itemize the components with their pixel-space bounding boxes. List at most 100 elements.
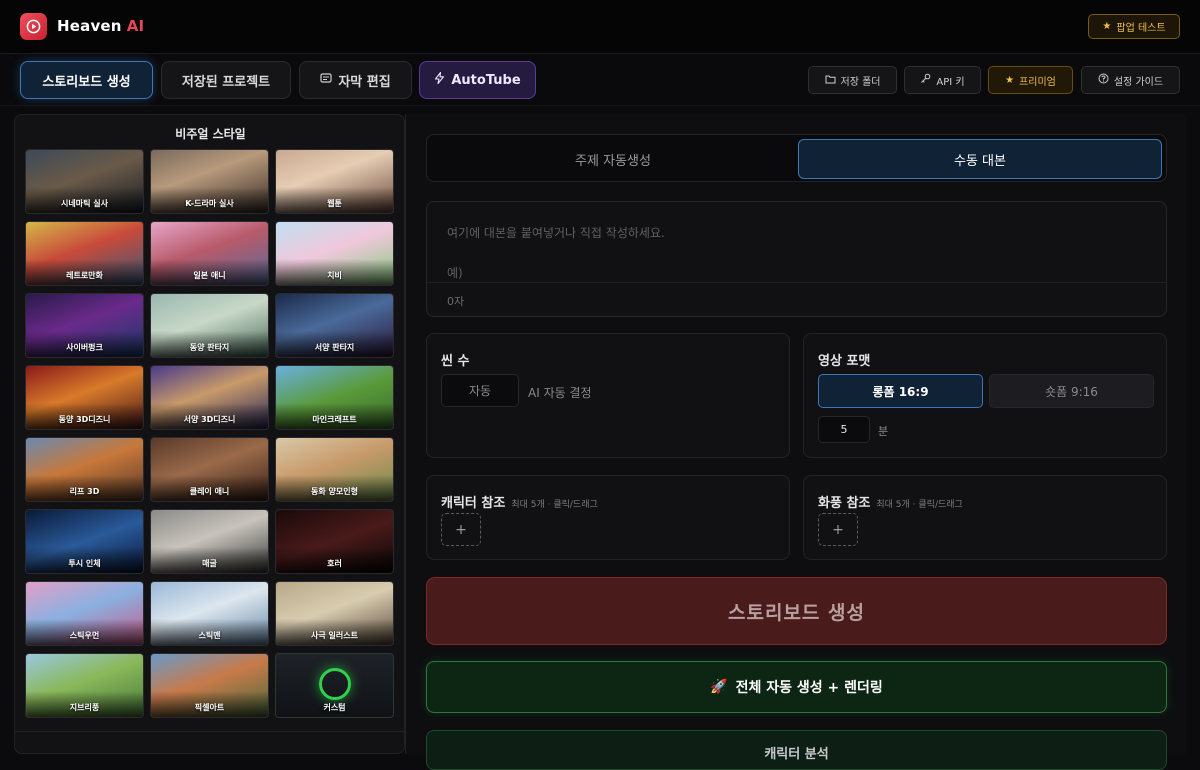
style-tile-label: 커스텀: [323, 703, 346, 712]
style-tile-label: K-드라마 실사: [185, 199, 234, 208]
popup-test-button[interactable]: ★ 팝업 테스트: [1088, 14, 1180, 39]
api-key-button[interactable]: API 키: [904, 66, 981, 94]
style-tile[interactable]: 웹툰: [275, 149, 394, 214]
char-count: 0자: [447, 295, 465, 308]
script-example: 예): [447, 266, 463, 280]
tab-label: 스토리보드 생성: [42, 74, 131, 90]
generate-storyboard-button[interactable]: 스토리보드 생성: [426, 577, 1167, 645]
lightning-icon: [434, 71, 445, 88]
subtitle-icon: [320, 72, 332, 88]
mode-auto-topic[interactable]: 주제 자동생성: [431, 139, 795, 179]
script-editor: 예) 0자: [426, 201, 1167, 317]
script-textarea[interactable]: [427, 202, 1166, 282]
tab-autotube[interactable]: AutoTube: [419, 61, 536, 99]
video-format-title: 영상 포맷: [818, 354, 871, 369]
character-ref-hint: 최대 5개 · 클릭/드래그: [511, 500, 598, 510]
style-tile[interactable]: K-드라마 실사: [150, 149, 269, 214]
style-tile[interactable]: 호러: [275, 509, 394, 574]
tab-saved-projects[interactable]: 저장된 프로젝트: [161, 61, 291, 99]
mode-label: 주제 자동생성: [575, 153, 651, 169]
tab-label: AutoTube: [451, 72, 521, 88]
tool-label: API 키: [936, 76, 965, 88]
tool-label: 저장 폴더: [840, 76, 881, 88]
format-label: 롱폼 16:9: [872, 384, 929, 399]
style-tile[interactable]: 투시 인체: [25, 509, 144, 574]
premium-button[interactable]: ★ 프리미엄: [988, 66, 1073, 94]
style-tile-label: 시네마틱 실사: [61, 199, 108, 208]
style-tile[interactable]: 동화 양모인형: [275, 437, 394, 502]
style-tile[interactable]: 지브리풍: [25, 653, 144, 718]
add-style-ref-button[interactable]: +: [818, 513, 858, 546]
style-tile[interactable]: 마인크래프트: [275, 365, 394, 430]
minutes-input[interactable]: 5: [818, 416, 870, 443]
tab-label: 자막 편집: [338, 74, 391, 90]
style-tile-label: 스틱맨: [198, 631, 221, 640]
folder-icon: [825, 74, 836, 87]
style-tile-label: 사이버펑크: [66, 343, 103, 352]
setup-guide-button[interactable]: 설정 가이드: [1081, 66, 1180, 94]
storyboard-form: 주제 자동생성 수동 대본 예) 0자 씬 수 자동 AI 자동 결정 영상 포…: [405, 114, 1186, 770]
style-tile[interactable]: 치비: [275, 221, 394, 286]
format-longform-button[interactable]: 롱폼 16:9: [818, 374, 983, 408]
app-logo-icon: [20, 13, 47, 40]
add-character-ref-button[interactable]: +: [441, 513, 481, 546]
minutes-unit: 분: [878, 425, 889, 438]
help-icon: [1098, 73, 1109, 87]
extra-label: 캐릭터 분석: [764, 747, 829, 762]
style-tile[interactable]: 레트로만화: [25, 221, 144, 286]
app-header: Heaven AI ★ 팝업 테스트: [0, 0, 1200, 54]
style-tile[interactable]: 사이버펑크: [25, 293, 144, 358]
mode-manual-script[interactable]: 수동 대본: [798, 139, 1162, 179]
auto-render-label: 전체 자동 생성 + 렌더링: [735, 680, 883, 696]
style-tile-label: 지브리풍: [69, 703, 100, 712]
style-ref-card: 화풍 참조 최대 5개 · 클릭/드래그 +: [803, 475, 1167, 560]
save-folder-button[interactable]: 저장 폴더: [808, 66, 897, 94]
brand-accent: AI: [126, 17, 145, 35]
script-footer: 0자: [427, 282, 1166, 316]
tool-label: 프리미엄: [1019, 76, 1056, 88]
popup-test-label: 팝업 테스트: [1116, 23, 1166, 34]
style-tile[interactable]: 픽셀아트: [150, 653, 269, 718]
video-format-card: 영상 포맷 롱폼 16:9 숏폼 9:16 5 분: [803, 333, 1167, 458]
style-tile[interactable]: 클레이 애니: [150, 437, 269, 502]
style-tile-label: 픽셀아트: [194, 703, 225, 712]
tab-label: 저장된 프로젝트: [181, 74, 271, 90]
character-analysis-button[interactable]: 캐릭터 분석: [426, 730, 1167, 770]
style-ref-label: 화풍 참조: [818, 496, 871, 511]
style-tile[interactable]: 시네마틱 실사: [25, 149, 144, 214]
style-tile-label: 동양 판타지: [189, 343, 230, 352]
scene-count-note: AI 자동 결정: [528, 386, 592, 400]
style-tile[interactable]: 동양 판타지: [150, 293, 269, 358]
style-tile-label: 사극 일러스트: [311, 631, 358, 640]
style-tile[interactable]: 서양 3D디즈니: [150, 365, 269, 430]
style-tile[interactable]: 동양 3D디즈니: [25, 365, 144, 430]
tab-subtitle-edit[interactable]: 자막 편집: [299, 61, 412, 99]
tab-storyboard[interactable]: 스토리보드 생성: [20, 61, 153, 99]
style-tile-label: 치비: [327, 271, 342, 280]
scene-count-input[interactable]: 자동: [441, 374, 519, 407]
style-tile[interactable]: 스틱우먼: [25, 581, 144, 646]
style-tile[interactable]: 사극 일러스트: [275, 581, 394, 646]
style-tile[interactable]: 커스텀: [275, 653, 394, 718]
character-ref-label: 캐릭터 참조: [441, 496, 506, 511]
format-shortform-button[interactable]: 숏폼 9:16: [989, 374, 1154, 408]
style-tile[interactable]: 리프 3D: [25, 437, 144, 502]
style-tile[interactable]: 매글: [150, 509, 269, 574]
style-tile[interactable]: 스틱맨: [150, 581, 269, 646]
auto-generate-render-button[interactable]: 🚀 전체 자동 생성 + 렌더링: [426, 661, 1167, 713]
style-tile-label: 동양 3D디즈니: [58, 415, 111, 424]
style-ref-hint: 최대 5개 · 클릭/드래그: [876, 500, 963, 510]
style-tile-label: 레트로만화: [66, 271, 103, 280]
character-ref-card: 캐릭터 참조 최대 5개 · 클릭/드래그 +: [426, 475, 790, 560]
style-tile-label: 일본 애니: [193, 271, 226, 280]
style-tile[interactable]: 서양 판타지: [275, 293, 394, 358]
style-tile-label: 리프 3D: [69, 487, 100, 496]
style-tile-label: 호러: [327, 559, 342, 568]
script-mode-switch: 주제 자동생성 수동 대본: [426, 134, 1167, 182]
scene-count-card: 씬 수 자동 AI 자동 결정: [426, 333, 790, 458]
style-tile[interactable]: 일본 애니: [150, 221, 269, 286]
star-icon: ★: [1005, 74, 1015, 86]
tool-label: 설정 가이드: [1113, 76, 1164, 88]
style-ref-title: 화풍 참조 최대 5개 · 클릭/드래그: [818, 492, 963, 511]
style-tile-label: 스틱우먼: [69, 631, 100, 640]
